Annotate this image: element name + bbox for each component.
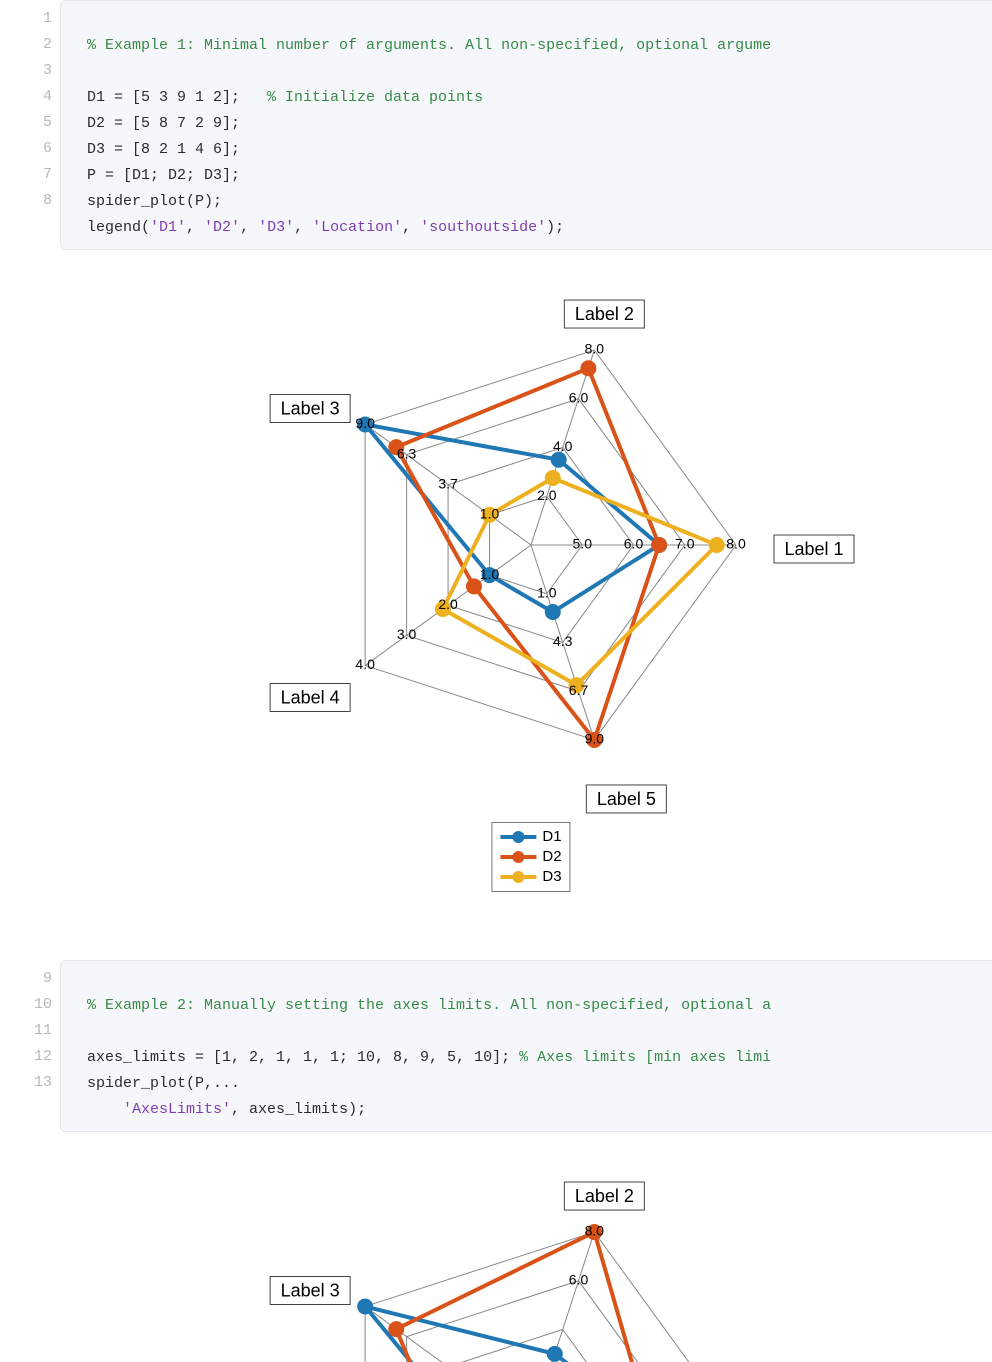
line-number: 3 xyxy=(0,58,52,84)
legend-swatch-d1 xyxy=(500,829,536,845)
svg-text:Label 2: Label 2 xyxy=(575,1186,634,1206)
code-string: 'D2' xyxy=(204,219,240,236)
code-block-1: 1 2 3 4 5 6 7 8 % Example 1: Minimal num… xyxy=(0,0,992,250)
code-string: 'D3' xyxy=(258,219,294,236)
code-string: 'southoutside' xyxy=(420,219,546,236)
svg-text:5.0: 5.0 xyxy=(573,536,593,552)
svg-text:6.0: 6.0 xyxy=(624,536,644,552)
line-number: 7 xyxy=(0,162,52,188)
svg-text:Label 3: Label 3 xyxy=(281,399,340,419)
svg-text:6.0: 6.0 xyxy=(569,389,589,405)
svg-text:1.0: 1.0 xyxy=(480,506,500,522)
line-number: 12 xyxy=(0,1044,52,1070)
code-string: 'D1' xyxy=(150,219,186,236)
svg-text:4.0: 4.0 xyxy=(355,656,375,672)
legend-swatch-d3 xyxy=(500,869,536,885)
svg-text:3.0: 3.0 xyxy=(397,626,417,642)
line-number: 1 xyxy=(0,6,52,32)
legend-swatch-d2 xyxy=(500,849,536,865)
line-number-gutter: 1 2 3 4 5 6 7 8 xyxy=(0,0,60,250)
code-comment: % Initialize data points xyxy=(267,89,483,106)
code-line: legend( xyxy=(87,219,150,236)
code-block-2: 9 10 11 12 13 % Example 2: Manually sett… xyxy=(0,960,992,1132)
svg-text:2.0: 2.0 xyxy=(438,596,458,612)
line-number: 8 xyxy=(0,188,52,214)
code-string: 'AxesLimits' xyxy=(123,1101,231,1118)
svg-text:Label 2: Label 2 xyxy=(575,304,634,324)
line-number: 6 xyxy=(0,136,52,162)
code-comment: % Example 2: Manually setting the axes l… xyxy=(87,997,771,1014)
svg-text:9.0: 9.0 xyxy=(585,731,605,747)
svg-text:9.0: 9.0 xyxy=(355,415,375,431)
svg-text:4.0: 4.0 xyxy=(553,438,573,454)
svg-text:6.0: 6.0 xyxy=(569,1271,589,1287)
line-number: 4 xyxy=(0,84,52,110)
line-number: 5 xyxy=(0,110,52,136)
spider-plot-1-figure: 5.0 6.0 7.0 8.0 2.0 4.0 6.0 8.0 1.0 3.7 6.3 9.0 1.0 2… xyxy=(0,280,992,960)
legend-label: D3 xyxy=(542,867,561,887)
svg-text:1.0: 1.0 xyxy=(537,584,557,600)
svg-text:1.0: 1.0 xyxy=(480,566,500,582)
svg-text:Label 3: Label 3 xyxy=(281,1281,340,1301)
code-content-1[interactable]: % Example 1: Minimal number of arguments… xyxy=(60,0,992,250)
code-line: D3 = [8 2 1 4 6]; xyxy=(87,141,240,158)
legend-item-d2: D2 xyxy=(500,847,561,867)
svg-text:3.7: 3.7 xyxy=(438,475,458,491)
svg-text:8.0: 8.0 xyxy=(726,536,746,552)
svg-text:6.3: 6.3 xyxy=(397,445,417,461)
svg-text:8.0: 8.0 xyxy=(585,1223,605,1239)
legend-label: D2 xyxy=(542,847,561,867)
line-number: 9 xyxy=(0,966,52,992)
spider-plot-2-figure: 6.08.0Label 1Label 2Label 3Label 4Label … xyxy=(0,1162,992,1362)
code-string: 'Location' xyxy=(312,219,402,236)
code-line: spider_plot(P); xyxy=(87,193,222,210)
legend-item-d3: D3 xyxy=(500,867,561,887)
svg-text:8.0: 8.0 xyxy=(585,341,605,357)
code-line: D1 = [5 3 9 1 2]; xyxy=(87,89,267,106)
code-comment: % Axes limits [min axes limi xyxy=(519,1049,771,1066)
legend-label: D1 xyxy=(542,827,561,847)
svg-text:2.0: 2.0 xyxy=(537,487,557,503)
legend: D1 D2 D3 xyxy=(491,822,570,892)
line-number: 10 xyxy=(0,992,52,1018)
line-number: 2 xyxy=(0,32,52,58)
code-line: spider_plot(P,... xyxy=(87,1075,240,1092)
svg-text:Label 1: Label 1 xyxy=(784,539,843,559)
code-line: D2 = [5 8 7 2 9]; xyxy=(87,115,240,132)
code-line: axes_limits = [1, 2, 1, 1, 1; 10, 8, 9, … xyxy=(87,1049,519,1066)
line-number: 11 xyxy=(0,1018,52,1044)
spider-plot-1: 5.0 6.0 7.0 8.0 2.0 4.0 6.0 8.0 1.0 3.7 6.3 9.0 1.0 2… xyxy=(181,280,881,840)
svg-text:7.0: 7.0 xyxy=(675,536,695,552)
code-comment: % Example 1: Minimal number of arguments… xyxy=(87,37,771,54)
code-line: P = [D1; D2; D3]; xyxy=(87,167,240,184)
svg-text:Label 5: Label 5 xyxy=(597,789,656,809)
legend-item-d1: D1 xyxy=(500,827,561,847)
spider-plot-2: 6.08.0Label 1Label 2Label 3Label 4Label … xyxy=(181,1162,881,1362)
line-number-gutter: 9 10 11 12 13 xyxy=(0,960,60,1132)
svg-text:6.7: 6.7 xyxy=(569,682,589,698)
code-content-2[interactable]: % Example 2: Manually setting the axes l… xyxy=(60,960,992,1132)
svg-text:Label 4: Label 4 xyxy=(281,687,340,707)
line-number: 13 xyxy=(0,1070,52,1096)
svg-text:4.3: 4.3 xyxy=(553,633,573,649)
